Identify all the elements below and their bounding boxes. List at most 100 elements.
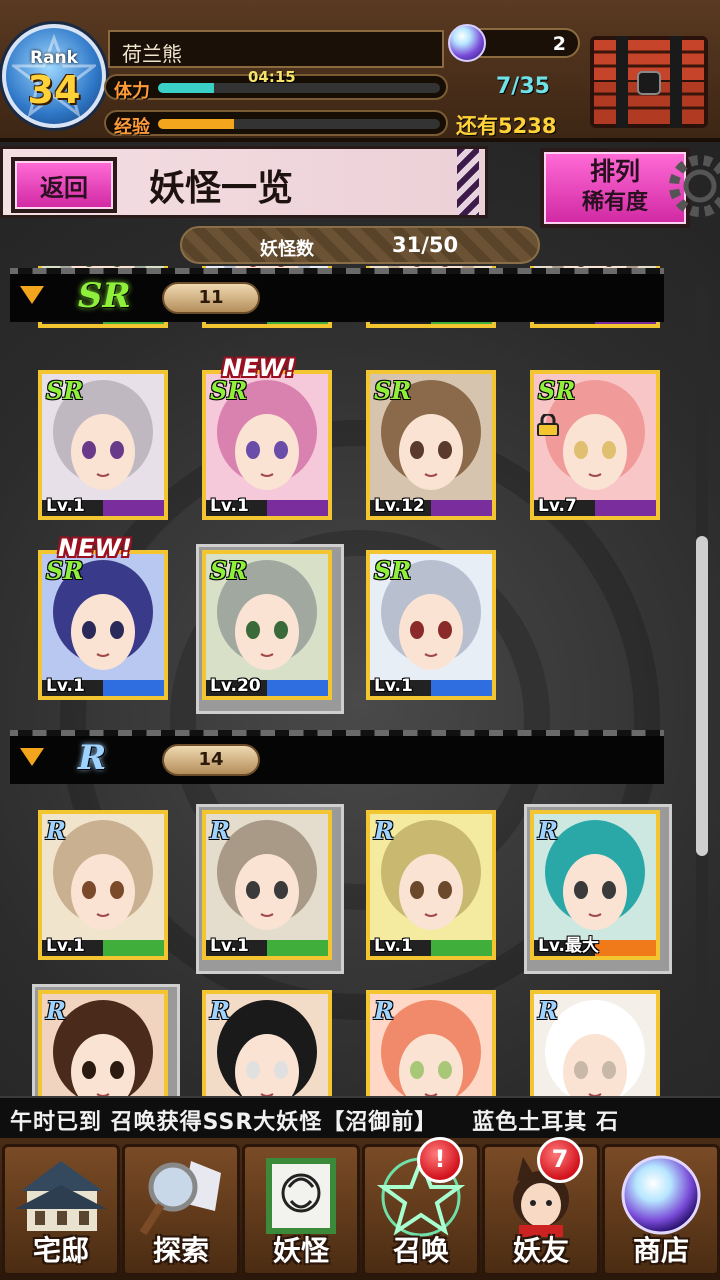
rarity-tag: R xyxy=(538,996,558,1025)
section-header-sr[interactable]: SR 11 xyxy=(10,268,664,322)
nav-home-button[interactable]: 宅邸 xyxy=(2,1144,120,1276)
monster-card-frame: SR Lv.1 xyxy=(38,370,168,520)
monster-card-frame: SR Lv.1 xyxy=(38,550,168,700)
rarity-tag: R xyxy=(538,816,558,845)
monster-card[interactable]: R Lv.1 xyxy=(38,810,174,968)
monster-card[interactable]: SR Lv.7 xyxy=(530,370,666,528)
monster-level: Lv.12 xyxy=(374,496,425,516)
monster-level: Lv.7 xyxy=(538,496,577,516)
monster-card-frame: SR Lv.7 xyxy=(530,370,660,520)
nav-explore-button[interactable]: 探索 xyxy=(122,1144,240,1276)
rank-label: Rank xyxy=(30,48,78,68)
stamina-fill xyxy=(158,83,215,93)
monster-card-frame: R xyxy=(366,990,496,1096)
rarity-tag: R xyxy=(210,996,230,1025)
monster-card-frame: R Lv.最大 xyxy=(530,810,660,960)
monster-level: Lv.最大 xyxy=(538,936,599,956)
rank-value: 34 xyxy=(27,68,81,112)
nav-monsters-button[interactable]: 妖怪 xyxy=(242,1144,360,1276)
monster-card[interactable]: R xyxy=(32,984,180,1096)
friends-count-badge: 7 xyxy=(537,1137,583,1183)
scrollbar-thumb[interactable] xyxy=(696,536,708,856)
back-button[interactable]: 返回 xyxy=(11,157,117,213)
monster-card[interactable]: R xyxy=(366,990,502,1096)
new-badge: NEW! xyxy=(58,534,132,562)
monster-level: Lv.1 xyxy=(46,496,85,516)
nav-explore-label: 探索 xyxy=(152,1234,209,1267)
monster-list[interactable]: Lv.10Lv.6Lv.1Lv.1SR11SRLv.1SRLv.1NEW!SRL… xyxy=(0,266,720,1096)
monster-level: Lv.1 xyxy=(46,936,85,956)
status-bar: Rank 34 荷兰熊 体力 04:15 经验 2 7/35 还有5238 xyxy=(0,0,720,142)
monster-level: Lv.1 xyxy=(374,676,413,696)
monster-level: Lv.1 xyxy=(210,936,249,956)
game-screen: Rank 34 荷兰熊 体力 04:15 经验 2 7/35 还有5238 返回… xyxy=(0,0,720,1280)
title-panel: 返回 妖怪一览 xyxy=(0,146,488,218)
nav-shop-button[interactable]: 商店 xyxy=(602,1144,720,1276)
nav-summon-label: 召唤 xyxy=(392,1234,449,1267)
scroll-icon xyxy=(266,1158,336,1234)
decorative-stripe xyxy=(457,149,479,215)
nav-monsters-label: 妖怪 xyxy=(272,1234,329,1267)
monster-card-frame: R Lv.1 xyxy=(202,810,332,960)
monster-level: Lv.20 xyxy=(210,676,261,696)
monster-card-frame: R xyxy=(38,990,168,1096)
monster-card[interactable]: SR Lv.1 NEW! xyxy=(38,534,174,708)
section-header-r[interactable]: R 14 xyxy=(10,730,664,784)
monster-card[interactable]: R xyxy=(202,990,338,1096)
monster-level: Lv.1 xyxy=(374,936,413,956)
treasure-chest-icon[interactable] xyxy=(586,28,712,132)
monster-card[interactable]: SR Lv.12 xyxy=(366,370,502,528)
ticker-text: 午时已到 召唤获得SSR大妖怪【沼御前】 蓝色土耳其 石 xyxy=(10,1110,619,1135)
monster-card-frame: SR Lv.1 xyxy=(202,370,332,520)
section-rarity: SR xyxy=(78,276,131,316)
rarity-tag: SR xyxy=(210,556,248,585)
monster-count-pill: 妖怪数 31/50 xyxy=(180,226,540,264)
nav-shop-label: 商店 xyxy=(632,1234,689,1267)
collapse-triangle-icon xyxy=(20,286,44,304)
rarity-tag: SR xyxy=(374,376,412,405)
rarity-tag: R xyxy=(46,996,66,1025)
rarity-tag: SR xyxy=(374,556,412,585)
stamina-timer: 04:15 xyxy=(248,68,296,86)
monster-card[interactable]: SR Lv.1 xyxy=(38,370,174,528)
rarity-tag: R xyxy=(374,996,394,1025)
monster-card[interactable]: R Lv.1 xyxy=(196,804,344,974)
rarity-tag: SR xyxy=(538,376,576,405)
bottom-nav: 宅邸 探索 妖怪 ! 召唤 7 妖友 商店 xyxy=(0,1137,720,1280)
stamina-label: 体力 xyxy=(114,81,150,102)
player-name: 荷兰熊 xyxy=(122,42,182,66)
monster-count-value: 31/50 xyxy=(392,233,459,257)
collapse-triangle-icon xyxy=(20,748,44,766)
monster-card[interactable]: R Lv.最大 xyxy=(524,804,672,974)
monster-card[interactable]: SR Lv.1 xyxy=(366,550,502,708)
gem-counter[interactable]: 2 xyxy=(448,24,580,62)
scrollbar[interactable] xyxy=(696,286,708,1066)
exp-label: 经验 xyxy=(114,117,150,138)
nav-friends-button[interactable]: 7 妖友 xyxy=(482,1137,600,1276)
nav-summon-button[interactable]: ! 召唤 xyxy=(362,1137,480,1276)
monster-level: Lv.1 xyxy=(46,676,85,696)
magnifier-map-icon xyxy=(139,1161,221,1236)
rank-badge[interactable]: Rank 34 xyxy=(2,24,106,128)
gem-count: 2 xyxy=(552,33,566,55)
rarity-tag: R xyxy=(210,816,230,845)
news-ticker: 午时已到 召唤获得SSR大妖怪【沼御前】 蓝色土耳其 石 xyxy=(0,1096,720,1138)
stamina-count: 7/35 xyxy=(496,74,550,99)
exp-bar: 经验 xyxy=(104,110,448,138)
rarity-tag: R xyxy=(46,816,66,845)
monster-card[interactable]: R xyxy=(530,990,666,1096)
lock-icon xyxy=(537,414,559,436)
mansion-icon xyxy=(15,1161,107,1231)
new-badge: NEW! xyxy=(222,354,296,382)
gem-orb-icon xyxy=(448,24,486,62)
monster-card-frame: SR Lv.1 xyxy=(366,550,496,700)
monster-card-frame: R Lv.1 xyxy=(366,810,496,960)
monster-card-frame: R xyxy=(202,990,332,1096)
rarity-tag: SR xyxy=(46,376,84,405)
section-count: 11 xyxy=(162,282,260,314)
monster-card[interactable]: SR Lv.1 NEW! xyxy=(202,354,338,528)
nav-home-label: 宅邸 xyxy=(32,1234,89,1267)
crystal-orb-icon xyxy=(621,1155,701,1235)
monster-card[interactable]: R Lv.1 xyxy=(366,810,502,968)
monster-card[interactable]: SR Lv.20 xyxy=(196,544,344,714)
